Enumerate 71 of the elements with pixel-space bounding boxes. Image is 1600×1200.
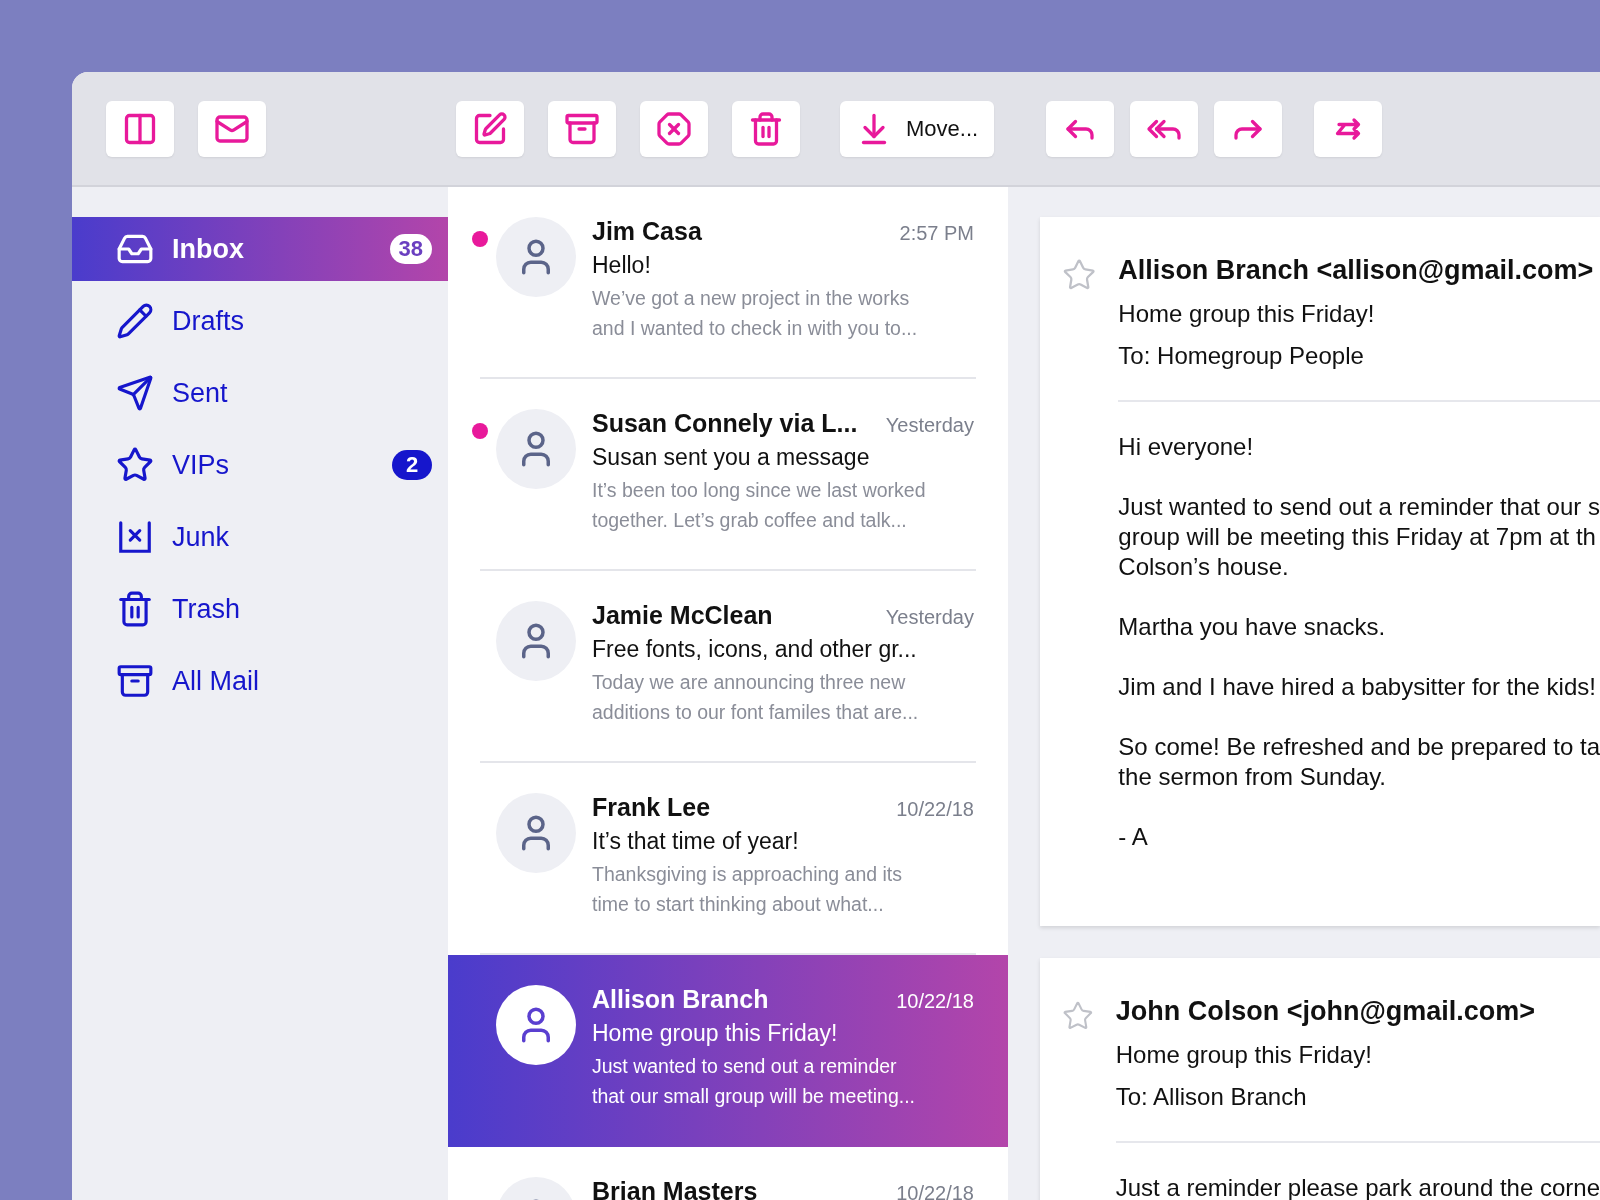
- sender-name: Susan Connely via L...: [592, 409, 858, 438]
- email-subject: Home group this Friday!: [1115, 1041, 1373, 1069]
- message-row[interactable]: Allison Branch 10/22/18 Home group this Friday! Just wanted to send out a reminder that our small group will be meeting...: [448, 955, 1008, 1147]
- message-time: 10/22/18: [896, 990, 974, 1013]
- archive-icon: [116, 662, 154, 700]
- compose-icon: [472, 110, 508, 147]
- folder-label: Trash: [172, 593, 241, 625]
- archive-button[interactable]: [548, 100, 616, 157]
- sender-name: Jim Casa: [592, 217, 702, 246]
- trash-icon: [748, 110, 784, 147]
- sidebar-item[interactable]: VIPs 2: [72, 433, 448, 497]
- message-time: Yesterday: [885, 606, 974, 629]
- trash-icon: [116, 590, 154, 628]
- reply-button[interactable]: [1046, 100, 1115, 157]
- email-paragraph: Martha you have snacks.: [1118, 612, 1387, 642]
- message-preview: It’s been too long since we last worked together. Let’s grab coffee and talk...: [592, 478, 926, 533]
- folder-label: Junk: [172, 521, 231, 553]
- email-recipients: To: Homegroup People: [1118, 342, 1365, 370]
- message-preview: Today we are announcing three new additions to our font familes that are...: [592, 670, 919, 725]
- message-time: 10/22/18: [896, 1182, 974, 1200]
- folder-label: VIPs: [172, 449, 231, 481]
- message-time: 10/22/18: [896, 798, 974, 821]
- zigzag-arrow-button[interactable]: [1314, 100, 1383, 157]
- sidebar-item[interactable]: Sent: [72, 361, 448, 425]
- sidebar-toggle-button[interactable]: [106, 100, 174, 157]
- email-paragraph: Hi everyone!: [1118, 432, 1255, 462]
- unread-count: 2: [392, 450, 432, 480]
- star-icon: [116, 446, 154, 484]
- folder-label: Drafts: [172, 305, 245, 337]
- message-subject: It’s that time of year!: [592, 828, 800, 855]
- folder-label: Inbox: [172, 233, 245, 265]
- message-time: Yesterday: [885, 414, 974, 437]
- sidebar-item[interactable]: Inbox 38: [72, 217, 448, 281]
- folder-label: All Mail: [172, 665, 260, 697]
- message-preview: We’ve got a new project in the works and I wanted to check in with you to...: [592, 286, 918, 341]
- email-subject: Home group this Friday!: [1118, 300, 1376, 328]
- email-recipients: To: Allison Branch: [1115, 1083, 1308, 1111]
- folder-label: Sent: [172, 377, 229, 409]
- email-from: Allison Branch <allison@gmail.com>: [1118, 255, 1595, 286]
- mail-button[interactable]: [198, 100, 266, 157]
- email-paragraph: So come! Be refreshed and be prepared to ta the sermon from Sunday.: [1118, 732, 1600, 792]
- pencil-icon: [116, 302, 154, 340]
- message-preview: Just wanted to send out a reminder that our small group will be meeting...: [592, 1054, 915, 1109]
- message-preview: Thanksgiving is approaching and its time to start thinking about what...: [592, 862, 903, 917]
- send-icon: [116, 374, 154, 412]
- message-subject: Home group this Friday!: [592, 1020, 839, 1047]
- trash-button[interactable]: [732, 100, 800, 157]
- sender-name: Jamie McClean: [592, 601, 773, 630]
- email-paragraph: Just wanted to send out a reminder that our s group will be meeting this Friday at 7pm at th Colson’s house.: [1118, 492, 1600, 582]
- message-subject: Free fonts, icons, and other gr...: [592, 636, 918, 663]
- email-from: John Colson <john@gmail.com>: [1115, 996, 1537, 1027]
- octagon-x-button[interactable]: [640, 100, 708, 157]
- sidebar-item[interactable]: Junk: [72, 505, 448, 569]
- junk-icon: [116, 518, 154, 556]
- message-time: 2:57 PM: [899, 222, 974, 245]
- sender-name: Brian Masters: [592, 1177, 758, 1200]
- unread-count: 38: [389, 234, 432, 264]
- sender-name: Frank Lee: [592, 793, 711, 822]
- octagon-x-icon: [656, 110, 692, 147]
- message-subject: Susan sent you a message: [592, 444, 871, 471]
- email-paragraph: Jim and I have hired a babysitter for the kids!: [1118, 672, 1597, 702]
- sender-name: Allison Branch: [592, 985, 769, 1014]
- sidebar-item[interactable]: Drafts: [72, 289, 448, 353]
- sidebar-item[interactable]: All Mail: [72, 649, 448, 713]
- move-button[interactable]: Move...: [840, 100, 995, 157]
- message-subject: Hello!: [592, 252, 652, 279]
- sidebar-item[interactable]: Trash: [72, 577, 448, 641]
- compose-button[interactable]: [456, 100, 524, 157]
- forward-button[interactable]: [1214, 100, 1283, 157]
- reply-all-button[interactable]: [1130, 100, 1199, 157]
- email-paragraph: - A: [1118, 822, 1149, 852]
